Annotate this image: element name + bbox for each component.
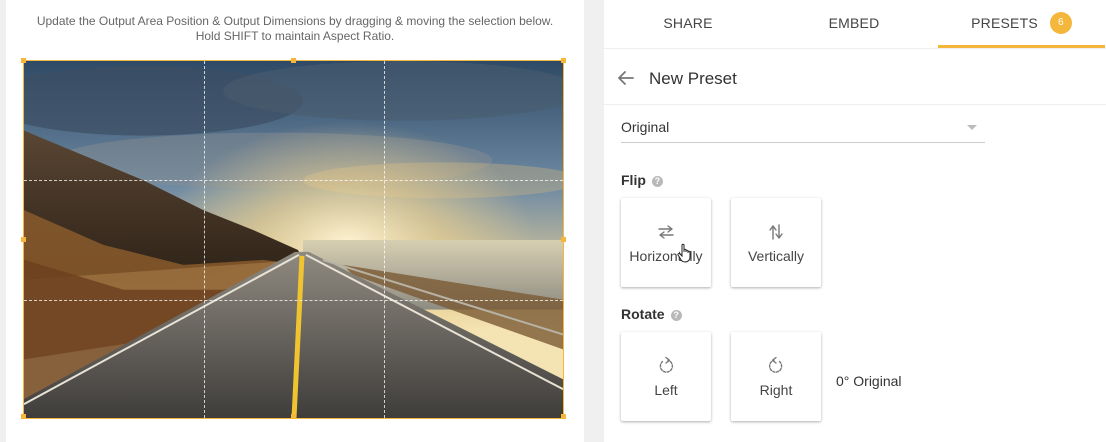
- instruction-line-1: Update the Output Area Position & Output…: [36, 14, 554, 28]
- swap-vertical-icon: [769, 224, 783, 240]
- preset-size-select[interactable]: Original: [621, 112, 985, 143]
- rotate-right-icon: [768, 356, 783, 373]
- rotate-right-button[interactable]: Right: [731, 332, 821, 421]
- tab-presets[interactable]: PRESETS 6: [938, 0, 1105, 48]
- preview-image: [24, 61, 563, 418]
- rotate-left-icon: [659, 356, 674, 373]
- instruction-line-2: Hold SHIFT to maintain Aspect Ratio.: [195, 29, 395, 43]
- resize-handle-left[interactable]: [21, 237, 26, 242]
- help-icon[interactable]: ?: [651, 176, 663, 187]
- settings-panel: SHARE EMBED PRESETS 6 New Preset Original…: [604, 0, 1106, 442]
- tab-bar: SHARE EMBED PRESETS 6: [604, 0, 1106, 49]
- resize-handle-bottom[interactable]: [291, 414, 296, 419]
- button-label: Horizontally: [629, 248, 703, 264]
- tab-label: PRESETS: [971, 15, 1038, 31]
- flip-label: Flip: [621, 172, 646, 188]
- tab-embed[interactable]: EMBED: [792, 0, 916, 46]
- crop-guide-vertical: [384, 61, 385, 418]
- crop-instructions: Update the Output Area Position & Output…: [6, 14, 584, 44]
- tab-label: SHARE: [663, 15, 713, 31]
- select-value: Original: [621, 119, 670, 135]
- crop-editor-panel: Update the Output Area Position & Output…: [6, 0, 584, 442]
- resize-handle-right[interactable]: [561, 237, 566, 242]
- crop-guide-horizontal: [24, 300, 563, 301]
- preset-header: New Preset: [604, 56, 1106, 105]
- flip-horizontal-button[interactable]: Horizontally: [621, 198, 711, 287]
- button-label: Vertically: [747, 248, 805, 264]
- tab-label: EMBED: [828, 15, 880, 31]
- flip-vertical-button[interactable]: Vertically: [731, 198, 821, 287]
- tab-share[interactable]: SHARE: [626, 0, 750, 46]
- back-arrow-icon[interactable]: [616, 68, 636, 88]
- swap-horizontal-icon: [658, 225, 674, 239]
- caret-down-icon: [967, 125, 977, 130]
- resize-handle-bottom-left[interactable]: [21, 414, 26, 419]
- presets-count-badge: 6: [1049, 12, 1072, 35]
- hand-cursor-icon: [677, 243, 691, 263]
- page-title: New Preset: [649, 69, 737, 88]
- rotate-label: Rotate: [621, 306, 665, 322]
- rotate-left-button[interactable]: Left: [621, 332, 711, 421]
- rotate-section-label: Rotate?: [621, 306, 682, 322]
- help-icon[interactable]: ?: [670, 310, 682, 321]
- resize-handle-bottom-right[interactable]: [561, 414, 566, 419]
- resize-handle-top-right[interactable]: [561, 58, 566, 63]
- crop-selection[interactable]: [23, 60, 564, 419]
- rotation-status: 0° Original: [836, 373, 902, 389]
- crop-guide-vertical: [204, 61, 205, 418]
- button-label: Left: [654, 382, 678, 398]
- resize-handle-top-left[interactable]: [21, 58, 26, 63]
- resize-handle-top[interactable]: [291, 58, 296, 63]
- crop-guide-horizontal: [24, 180, 563, 181]
- button-label: Right: [759, 382, 793, 398]
- flip-section-label: Flip?: [621, 172, 663, 188]
